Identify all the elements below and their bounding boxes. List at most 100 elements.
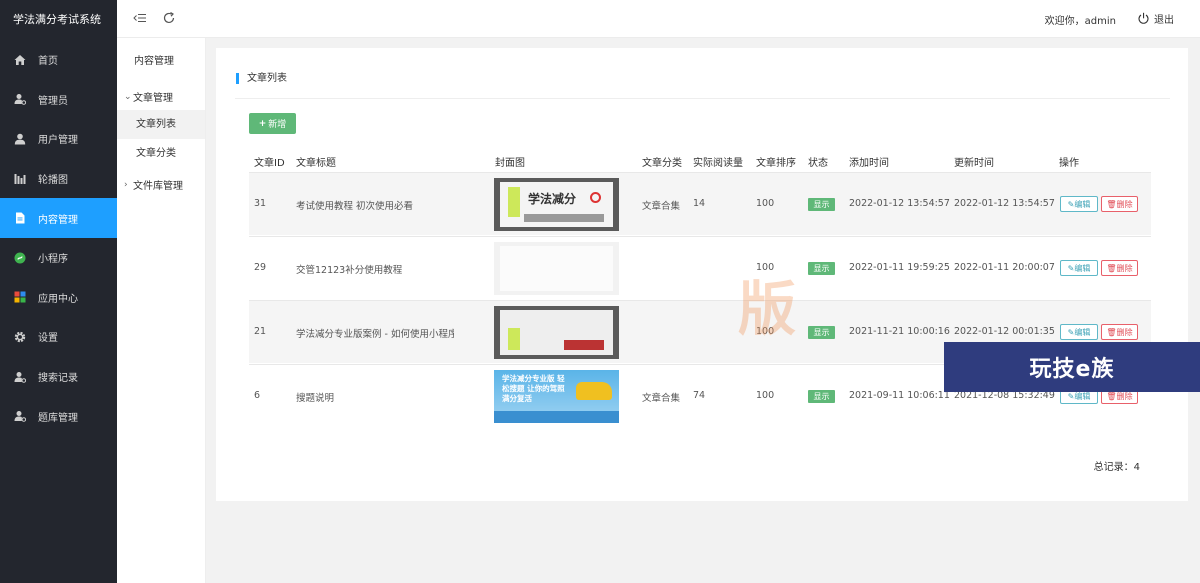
article-list-card: 文章列表 + 新增 文章ID 文章标题 封面图 文章分类 实际阅读量 文章排序 …	[216, 48, 1188, 501]
subnav-group-label: 文章管理	[133, 93, 173, 104]
delete-label: 删除	[1116, 327, 1133, 337]
nav-item-label: 搜索记录	[38, 373, 78, 385]
subnav-item-article-category[interactable]: 文章分类	[117, 139, 205, 168]
watermark-banner: 玩技e族	[944, 342, 1200, 392]
cover-image: 学法减分专业版 轻松搜题 让你的驾照满分复活	[494, 370, 619, 423]
cell-id: 31	[254, 198, 267, 209]
subnav-group-article[interactable]: ⌄ 文章管理	[124, 89, 173, 105]
cell-updated: 2022-01-12 13:54:57	[954, 198, 1055, 209]
content-subnav: 内容管理 ⌄ 文章管理 文章列表 文章分类 › 文件库管理	[117, 0, 206, 583]
miniprogram-icon	[14, 252, 26, 264]
col-header-category: 文章分类	[642, 158, 682, 169]
user-search-icon	[14, 371, 26, 383]
chevron-down-icon: ⌄	[124, 91, 132, 102]
add-article-button[interactable]: + 新增	[249, 113, 296, 134]
cell-added: 2021-11-21 10:00:16	[849, 326, 950, 337]
nav-item-label: 小程序	[38, 254, 68, 266]
nav-item-label: 应用中心	[38, 293, 78, 305]
cover-image: 学法减分	[494, 178, 619, 231]
carousel-icon	[14, 173, 26, 185]
document-icon	[14, 212, 26, 224]
table-row: 31 考试使用教程 初次使用必看 学法减分 文章合集 14 100 显示 202…	[249, 172, 1151, 235]
pencil-icon: ✎	[1067, 391, 1075, 401]
edit-label: 编辑	[1074, 199, 1091, 209]
nav-item-admin[interactable]: 管理员	[0, 80, 117, 120]
add-button-label: 新增	[268, 120, 287, 130]
cell-title: 搜题说明	[296, 393, 335, 404]
pencil-icon: ✎	[1067, 199, 1075, 209]
cell-added: 2022-01-11 19:59:25	[849, 262, 950, 273]
trash-icon: 🗑	[1106, 391, 1117, 401]
edit-button[interactable]: ✎ 编辑	[1060, 196, 1098, 212]
col-header-updated: 更新时间	[954, 158, 994, 169]
cell-title: 考试使用教程 初次使用必看	[296, 201, 414, 212]
delete-label: 删除	[1116, 199, 1133, 209]
home-icon	[14, 54, 26, 66]
cell-updated: 2022-01-11 20:00:07	[954, 262, 1055, 273]
edit-label: 编辑	[1074, 327, 1091, 337]
trash-icon: 🗑	[1106, 327, 1117, 337]
cell-sort: 100	[756, 198, 775, 209]
pencil-icon: ✎	[1067, 263, 1075, 273]
watermark-center: 版	[738, 275, 797, 343]
cover-text: 学法减分	[528, 192, 577, 206]
cell-sort: 100	[756, 390, 775, 401]
cover-text: 学法减分专业版 轻松搜题 让你的驾照满分复活	[502, 374, 565, 403]
welcome-text: 欢迎你，admin	[1044, 16, 1116, 27]
nav-item-home[interactable]: 首页	[0, 40, 117, 80]
edit-button[interactable]: ✎ 编辑	[1060, 324, 1098, 340]
gear-icon	[14, 331, 26, 343]
cell-id: 21	[254, 326, 267, 337]
subnav-group-library[interactable]: › 文件库管理	[124, 177, 183, 193]
collapse-menu-icon[interactable]	[133, 11, 147, 25]
nav-item-settings[interactable]: 设置	[0, 317, 117, 357]
cell-title: 学法减分专业版案例 - 如何使用小程序	[296, 329, 454, 340]
trash-icon: 🗑	[1106, 263, 1117, 273]
status-badge: 显示	[808, 390, 835, 403]
nav-item-users[interactable]: 用户管理	[0, 119, 117, 159]
user-icon	[14, 133, 26, 145]
edit-button[interactable]: ✎ 编辑	[1060, 260, 1098, 276]
edit-label: 编辑	[1074, 391, 1091, 401]
nav-item-carousel[interactable]: 轮播图	[0, 159, 117, 199]
app-title: 学法满分考试系统	[13, 13, 101, 26]
apps-icon	[14, 291, 26, 303]
refresh-icon[interactable]	[162, 11, 176, 25]
logout-label: 退出	[1154, 15, 1174, 26]
nav-item-search-records[interactable]: 搜索记录	[0, 357, 117, 397]
cell-updated: 2022-01-12 00:01:35	[954, 326, 1055, 337]
table-row: 29 交管12123补分使用教程 100 显示 2022-01-11 19:59…	[249, 236, 1151, 299]
subnav-item-article-list[interactable]: 文章列表	[117, 110, 205, 139]
plus-icon: +	[258, 118, 267, 129]
delete-button[interactable]: 🗑 删除	[1101, 324, 1138, 340]
nav-item-miniprogram[interactable]: 小程序	[0, 238, 117, 278]
delete-label: 删除	[1116, 263, 1133, 273]
nav-item-content[interactable]: 内容管理	[0, 198, 117, 238]
nav-item-label: 设置	[38, 333, 58, 345]
cell-id: 29	[254, 262, 267, 273]
nav-item-label: 管理员	[38, 95, 68, 107]
edit-label: 编辑	[1074, 263, 1091, 273]
chevron-right-icon: ›	[124, 179, 128, 190]
nav-item-question-bank[interactable]: 题库管理	[0, 396, 117, 436]
nav-item-label: 轮播图	[38, 175, 68, 187]
cell-category: 文章合集	[642, 201, 681, 212]
col-header-actions: 操作	[1059, 158, 1079, 169]
col-header-id: 文章ID	[254, 158, 285, 169]
nav-item-apps[interactable]: 应用中心	[0, 278, 117, 318]
cell-title: 交管12123补分使用教程	[296, 265, 403, 276]
total-records: 总记录：4	[1093, 462, 1140, 473]
logout-button[interactable]: 退出	[1137, 11, 1174, 26]
title-divider	[235, 98, 1170, 99]
delete-button[interactable]: 🗑 删除	[1101, 196, 1138, 212]
nav-item-label: 用户管理	[38, 135, 78, 147]
nav-item-label: 内容管理	[38, 214, 78, 226]
cell-added: 2022-01-12 13:54:57	[849, 198, 950, 209]
trash-icon: 🗑	[1106, 199, 1117, 209]
status-badge: 显示	[808, 262, 835, 275]
cell-views: 74	[693, 390, 706, 401]
col-header-sort: 文章排序	[756, 158, 796, 169]
status-badge: 显示	[808, 198, 835, 211]
cell-id: 6	[254, 390, 261, 401]
delete-button[interactable]: 🗑 删除	[1101, 260, 1138, 276]
